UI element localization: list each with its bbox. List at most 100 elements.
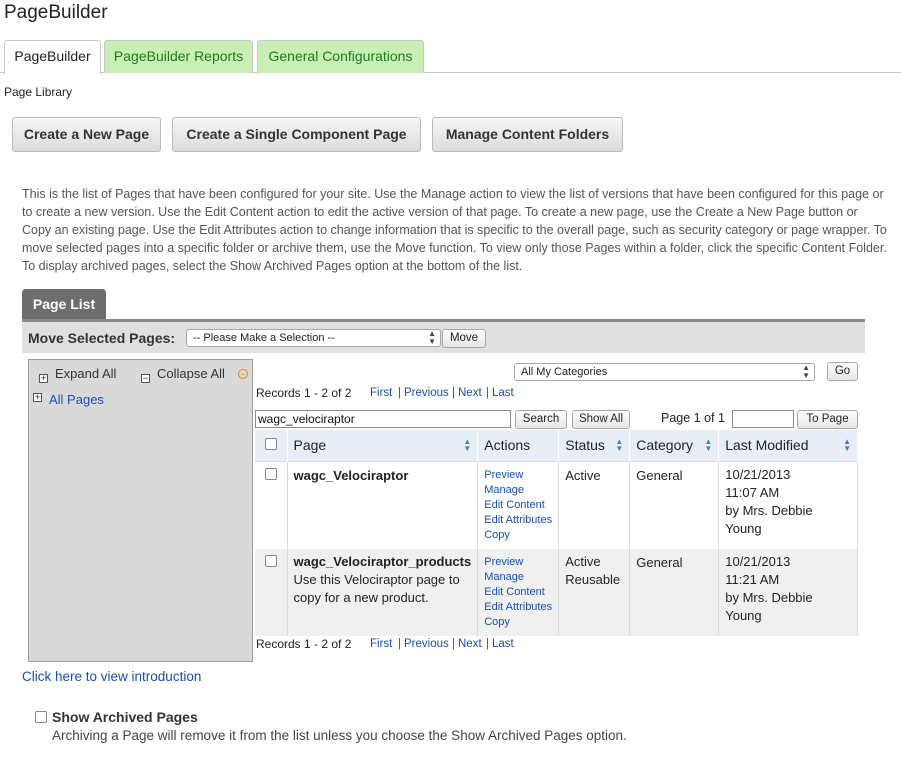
table-row: wagc_Velociraptor Preview Manage Edit Co… xyxy=(255,460,858,549)
show-archived-label[interactable]: Show Archived Pages xyxy=(52,709,198,725)
search-input[interactable]: wagc_velociraptor xyxy=(255,410,511,428)
view-introduction-link[interactable]: Click here to view introduction xyxy=(22,669,201,684)
pager-separator: | xyxy=(398,638,401,650)
page-number-input[interactable] xyxy=(732,410,794,428)
archived-note: Archiving a Page will remove it from the… xyxy=(52,728,627,743)
column-header-category-label: Category xyxy=(636,437,694,454)
status-cell: Active xyxy=(558,460,631,549)
column-header-actions: Actions xyxy=(477,430,560,461)
category-cell: General xyxy=(629,460,720,549)
go-button[interactable]: Go xyxy=(827,362,858,381)
column-header-status-label: Status xyxy=(565,437,605,454)
create-new-page-button[interactable]: Create a New Page xyxy=(12,117,161,152)
pager-separator: | xyxy=(486,638,489,650)
move-button[interactable]: Move xyxy=(442,329,486,348)
column-header-actions-label: Actions xyxy=(484,437,531,454)
expand-all-link[interactable]: Expand All xyxy=(55,366,116,381)
status-text: Active xyxy=(565,467,601,483)
row-select-cell xyxy=(255,548,288,636)
column-header-status[interactable]: Status ▲ ▼ xyxy=(558,430,631,461)
actions-cell: Preview Manage Edit Content Edit Attribu… xyxy=(477,460,560,549)
manage-link[interactable]: Manage xyxy=(484,483,552,498)
page-cell: wagc_Velociraptor_products Use this Velo… xyxy=(287,548,479,636)
preview-link[interactable]: Preview xyxy=(484,555,552,570)
pager-separator: | xyxy=(398,387,401,399)
row-checkbox[interactable] xyxy=(265,467,277,480)
pager-previous-top[interactable]: Previous xyxy=(404,387,449,399)
page-indicator: Page 1 of 1 xyxy=(661,411,725,425)
modified-by: by Mrs. Debbie Young xyxy=(725,502,813,536)
page-description: Use this Velociraptor page to copy for a… xyxy=(293,571,460,605)
to-page-button[interactable]: To Page xyxy=(797,410,858,429)
column-header-page-label: Page xyxy=(293,437,327,454)
manage-content-folders-button[interactable]: Manage Content Folders xyxy=(432,117,623,152)
modified-date: 10/21/2013 xyxy=(725,466,791,482)
search-button[interactable]: Search xyxy=(515,410,567,429)
tab-general-configurations[interactable]: General Configurations xyxy=(257,40,424,73)
modified-time: 11:07 AM xyxy=(725,484,780,500)
page-list-tab[interactable]: Page List xyxy=(22,289,106,320)
column-header-category[interactable]: Category ▲ ▼ xyxy=(629,430,720,461)
pager-last-bottom[interactable]: Last xyxy=(492,638,514,650)
collapse-all-link[interactable]: Collapse All xyxy=(157,366,225,381)
sort-arrows-icon: ▲ ▼ xyxy=(704,437,713,453)
table-row: wagc_Velociraptor_products Use this Velo… xyxy=(255,548,858,636)
pager-first-top[interactable]: First xyxy=(370,387,392,399)
preview-link[interactable]: Preview xyxy=(484,468,552,483)
select-all-cell xyxy=(255,430,288,461)
tab-pagebuilder[interactable]: PageBuilder xyxy=(4,40,101,74)
move-selected-label: Move Selected Pages: xyxy=(28,330,176,346)
category-cell: General xyxy=(629,548,720,636)
status-cell: Active Reusable xyxy=(558,548,631,636)
status-text: Active xyxy=(565,553,601,569)
manage-link[interactable]: Manage xyxy=(484,570,552,585)
move-destination-value: -- Please Make a Selection -- xyxy=(193,332,335,344)
edit-attributes-link[interactable]: Edit Attributes xyxy=(484,513,552,528)
pager-next-top[interactable]: Next xyxy=(458,387,482,399)
modified-time: 11:21 AM xyxy=(725,571,780,587)
pager-first-bottom[interactable]: First xyxy=(370,638,392,650)
records-count-top: Records 1 - 2 of 2 xyxy=(256,386,352,400)
row-select-cell xyxy=(255,460,288,549)
select-all-checkbox[interactable] xyxy=(265,438,277,451)
section-label: Page Library xyxy=(4,85,73,99)
move-destination-select[interactable]: -- Please Make a Selection -- ▲ ▼ xyxy=(186,329,441,347)
column-header-last-modified[interactable]: Last Modified ▲ ▼ xyxy=(718,430,858,461)
records-count-bottom: Records 1 - 2 of 2 xyxy=(256,637,352,651)
pager-previous-bottom[interactable]: Previous xyxy=(404,638,449,650)
pages-table: Page ▲ ▼ Actions Status ▲ ▼ Category ▲ ▼ La… xyxy=(255,430,858,636)
tree-item-all-pages[interactable]: All Pages xyxy=(49,392,104,407)
pager-separator: | xyxy=(452,387,455,399)
pager-separator: | xyxy=(486,387,489,399)
all-pages-expand-icon[interactable]: + xyxy=(33,393,42,402)
select-arrows-icon: ▲ ▼ xyxy=(428,329,436,346)
collapse-all-icon[interactable]: − xyxy=(141,374,150,383)
column-header-last-modified-label: Last Modified xyxy=(725,437,809,454)
category-select-value: All My Categories xyxy=(521,366,608,378)
edit-attributes-link[interactable]: Edit Attributes xyxy=(484,600,552,615)
actions-cell: Preview Manage Edit Content Edit Attribu… xyxy=(477,548,560,636)
copy-link[interactable]: Copy xyxy=(484,528,552,543)
row-checkbox[interactable] xyxy=(265,554,277,567)
pager-next-bottom[interactable]: Next xyxy=(458,638,482,650)
page-name: wagc_Velociraptor xyxy=(293,467,409,483)
copy-link[interactable]: Copy xyxy=(484,615,552,630)
tab-pagebuilder-reports[interactable]: PageBuilder Reports xyxy=(104,40,253,73)
pager-separator: | xyxy=(452,638,455,650)
modified-date: 10/21/2013 xyxy=(725,553,791,569)
collapse-panel-icon[interactable]: − xyxy=(238,369,248,379)
pager-last-top[interactable]: Last xyxy=(492,387,514,399)
create-single-component-page-button[interactable]: Create a Single Component Page xyxy=(172,117,421,152)
column-header-page[interactable]: Page ▲ ▼ xyxy=(287,430,479,461)
folder-tree-panel: + Expand All − Collapse All − + All Page… xyxy=(28,359,253,662)
show-all-button[interactable]: Show All xyxy=(572,410,630,429)
page-name: wagc_Velociraptor_products xyxy=(293,553,472,569)
select-arrows-icon: ▲ ▼ xyxy=(802,363,810,380)
sort-arrows-icon: ▲ ▼ xyxy=(615,437,624,453)
edit-content-link[interactable]: Edit Content xyxy=(484,498,552,513)
show-archived-checkbox[interactable] xyxy=(35,711,47,723)
intro-text: This is the list of Pages that have been… xyxy=(22,187,887,273)
expand-all-icon[interactable]: + xyxy=(39,374,48,383)
edit-content-link[interactable]: Edit Content xyxy=(484,585,552,600)
category-select[interactable]: All My Categories ▲ ▼ xyxy=(514,363,815,381)
